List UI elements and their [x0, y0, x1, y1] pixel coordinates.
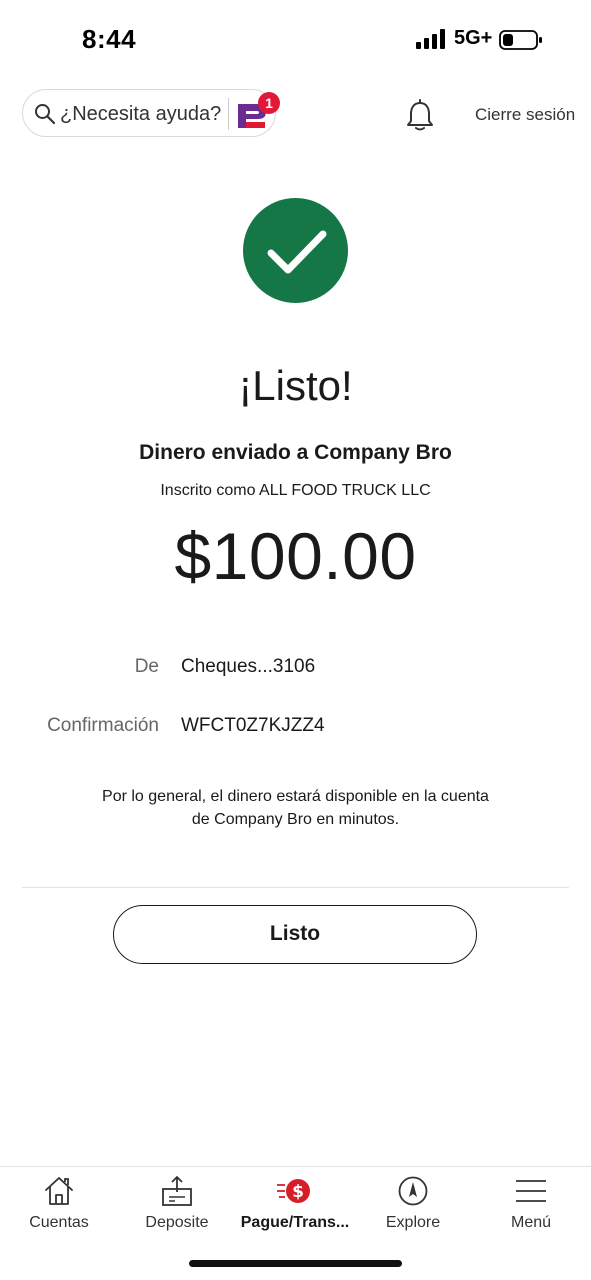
enrolled-name-line: Inscrito como ALL FOOD TRUCK LLC — [160, 482, 431, 499]
nav-item-deposit[interactable]: Deposite — [118, 1167, 236, 1247]
nav-label-explore: Explore — [385, 1214, 441, 1231]
nav-label-pay-transfer: Pague/Trans... — [240, 1214, 350, 1231]
transfer-amount: $100.00 — [174, 519, 417, 593]
success-headline: ¡Listo! — [238, 362, 353, 409]
deposit-icon — [162, 1176, 192, 1206]
content-divider — [22, 887, 569, 888]
network-type: 5G+ — [454, 27, 493, 49]
hamburger-menu-icon — [516, 1180, 546, 1202]
help-divider — [228, 98, 229, 130]
bell-icon[interactable] — [404, 98, 436, 132]
success-badge — [243, 198, 348, 303]
home-icon — [45, 1177, 73, 1205]
home-indicator[interactable] — [189, 1260, 402, 1267]
done-button[interactable]: Listo — [113, 905, 477, 964]
notification-badge: 1 — [258, 92, 280, 114]
nav-label-menu: Menú — [510, 1214, 552, 1231]
logout-link[interactable]: Cierre sesión — [475, 105, 575, 125]
checkmark-icon — [267, 230, 327, 274]
signal-strength-icon — [416, 29, 445, 49]
availability-note: Por lo general, el dinero estará disponi… — [102, 788, 489, 828]
nav-item-explore[interactable]: Explore — [354, 1167, 472, 1247]
confirmation-number: WFCT0Z7KJZZ4 — [181, 715, 325, 736]
from-account-value: Cheques...3106 — [181, 656, 316, 677]
battery-low-icon — [499, 30, 542, 50]
pay-transfer-icon: $ — [277, 1179, 310, 1203]
nav-item-pay-transfer[interactable]: $ Pague/Trans... — [236, 1167, 354, 1247]
nav-item-menu[interactable]: Menú — [472, 1167, 590, 1247]
search-icon — [35, 104, 56, 125]
from-account-label: De — [134, 656, 159, 677]
help-placeholder: ¿Necesita ayuda? — [60, 103, 222, 125]
status-time: 8:44 — [82, 24, 137, 54]
nav-label-accounts: Cuentas — [29, 1214, 89, 1231]
recipient-line: Dinero enviado a Company Bro — [139, 441, 452, 464]
compass-icon — [398, 1176, 428, 1206]
svg-text:$: $ — [292, 1182, 304, 1202]
nav-label-deposit: Deposite — [145, 1214, 209, 1231]
status-bar: 8:44 5G+ — [0, 0, 591, 80]
confirmation-label: Confirmación — [47, 715, 159, 736]
nav-item-accounts[interactable]: Cuentas — [0, 1167, 118, 1247]
